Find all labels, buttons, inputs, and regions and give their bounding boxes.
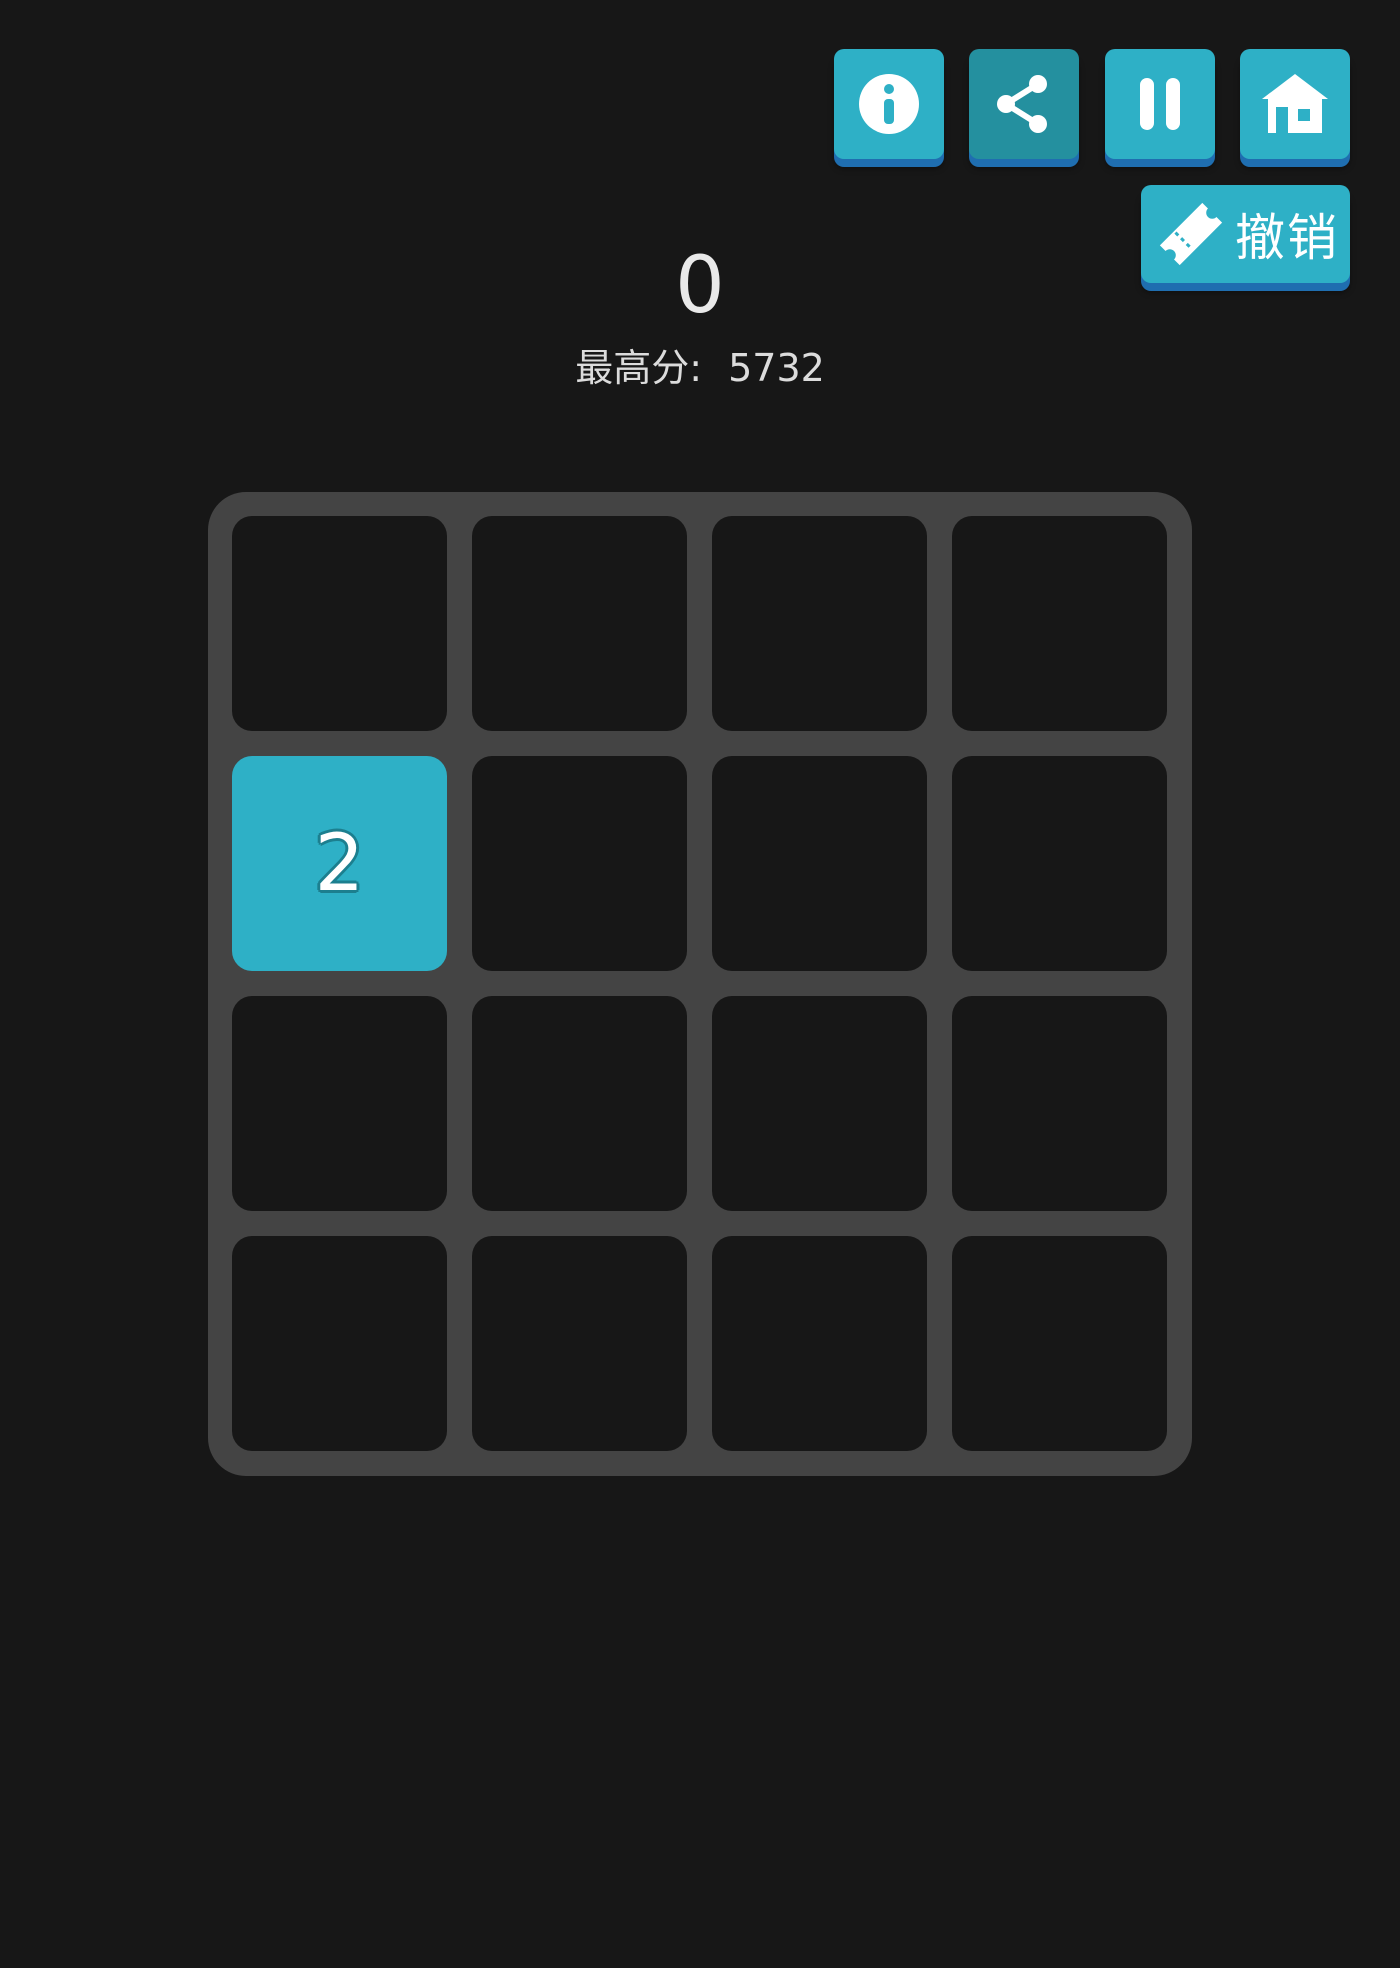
tile-value: 2 bbox=[314, 818, 365, 909]
empty-cell bbox=[712, 756, 927, 971]
pause-icon bbox=[1140, 78, 1180, 130]
empty-cell bbox=[232, 1236, 447, 1451]
best-score: 最高分: 5732 bbox=[0, 340, 1400, 396]
pause-button[interactable] bbox=[1105, 49, 1215, 159]
info-button[interactable] bbox=[834, 49, 944, 159]
empty-cell bbox=[472, 516, 687, 731]
info-icon bbox=[859, 74, 919, 134]
empty-cell bbox=[472, 756, 687, 971]
empty-cell bbox=[472, 996, 687, 1211]
empty-cell bbox=[952, 1236, 1167, 1451]
home-button[interactable] bbox=[1240, 49, 1350, 159]
empty-cell bbox=[712, 1236, 927, 1451]
best-score-value: 5732 bbox=[728, 346, 825, 390]
empty-cell bbox=[952, 756, 1167, 971]
current-score: 0 bbox=[675, 241, 725, 331]
empty-cell bbox=[712, 516, 927, 731]
share-button[interactable] bbox=[969, 49, 1079, 159]
empty-cell bbox=[952, 516, 1167, 731]
empty-cell bbox=[232, 996, 447, 1211]
empty-cell bbox=[232, 516, 447, 731]
home-icon bbox=[1262, 74, 1328, 133]
empty-cell bbox=[712, 996, 927, 1211]
best-score-label: 最高分: bbox=[575, 346, 702, 390]
tile: 2 bbox=[232, 756, 447, 971]
empty-cell bbox=[952, 996, 1167, 1211]
empty-cell bbox=[472, 1236, 687, 1451]
share-icon bbox=[997, 75, 1047, 133]
game-board[interactable]: 2 bbox=[208, 492, 1192, 1476]
